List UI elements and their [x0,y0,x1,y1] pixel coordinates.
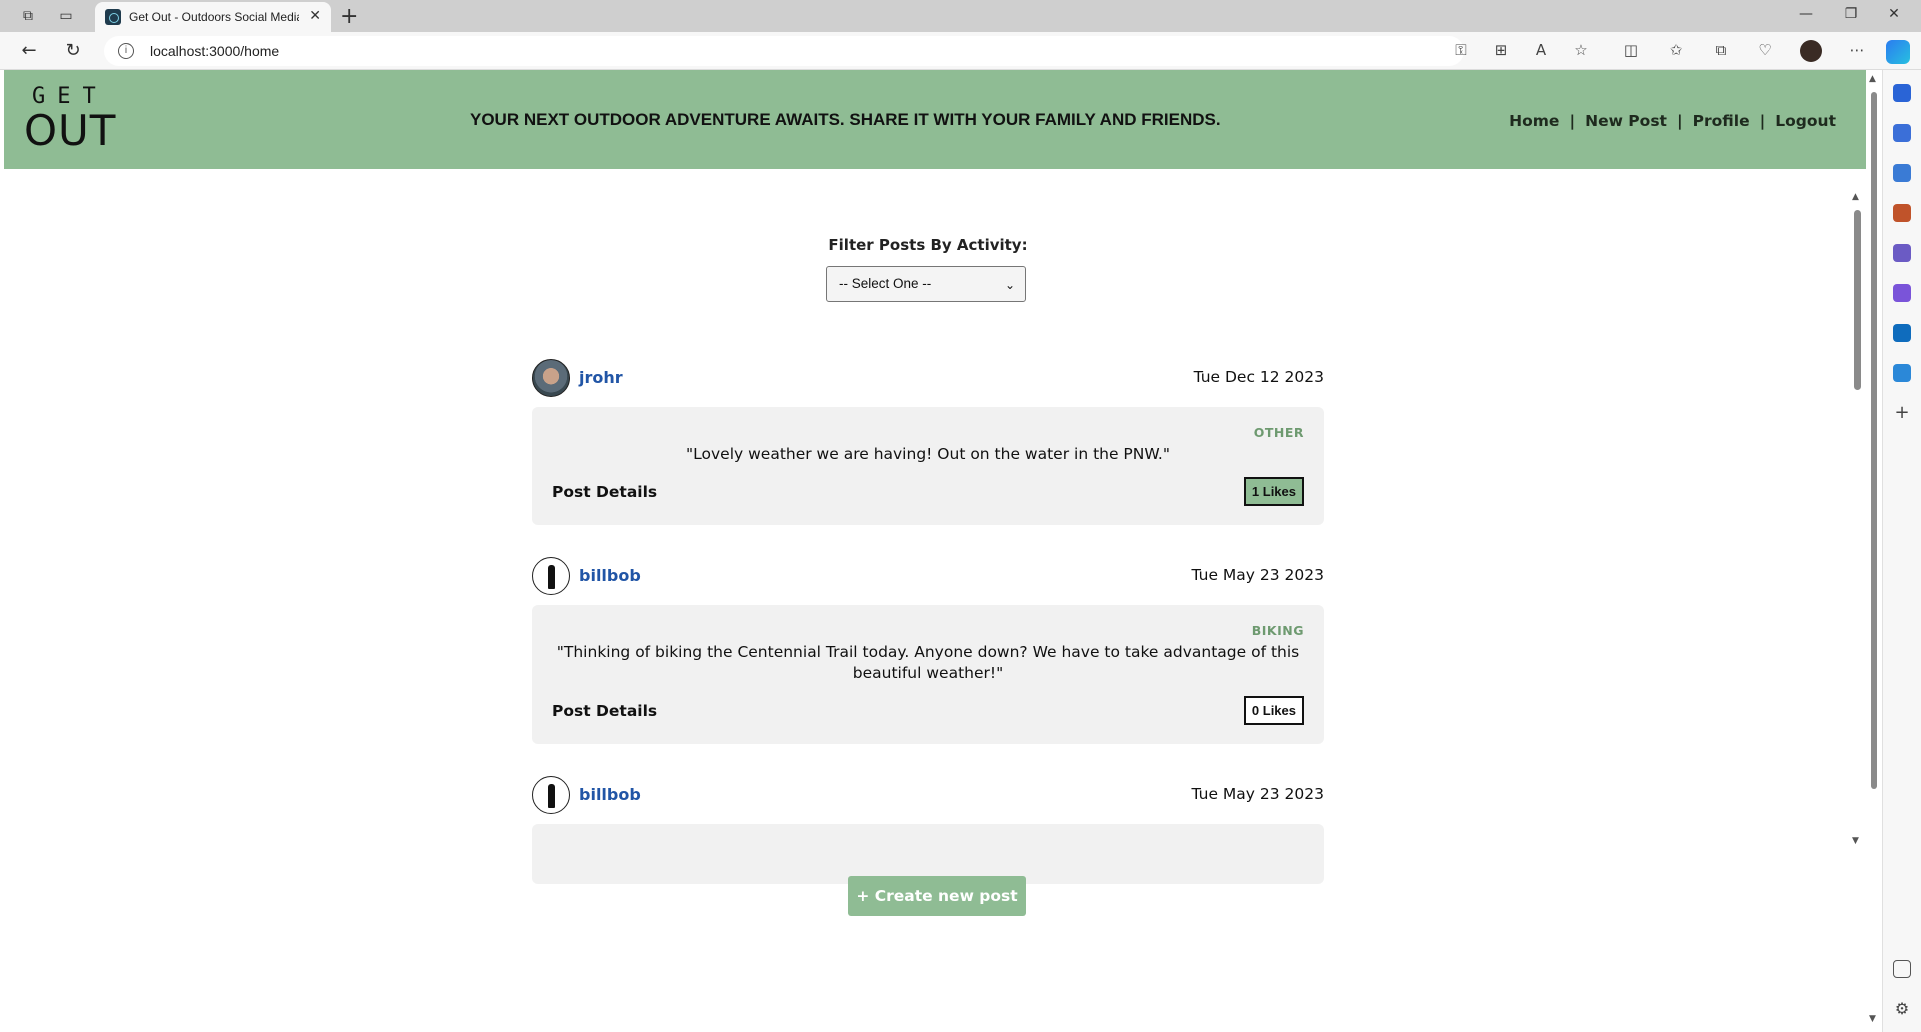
notifications-icon[interactable] [1893,84,1911,102]
browser-tab-title: Get Out - Outdoors Social Media [129,10,299,24]
nav-profile-link[interactable]: Profile [1693,112,1750,130]
nav-home-link[interactable]: Home [1509,112,1559,130]
chevron-down-icon: ⌄ [1004,278,1015,292]
collections-icon[interactable]: ⧉ [1710,41,1732,59]
post-username[interactable]: billbob [579,785,641,804]
page-scroll-down-icon[interactable]: ▼ [1869,1014,1876,1024]
post-date: Tue Dec 12 2023 [1193,368,1324,386]
settings-gear-icon[interactable]: ⚙ [1893,1000,1911,1018]
post-card: BIKING "Thinking of biking the Centennia… [532,605,1324,744]
post-header: billbob Tue May 23 2023 [532,774,1324,816]
send-icon[interactable] [1893,364,1911,382]
filter-label: Filter Posts By Activity: [828,236,1028,254]
post-username[interactable]: billbob [579,566,641,585]
tagline: YOUR NEXT OUTDOOR ADVENTURE AWAITS. SHAR… [470,110,1221,129]
games-icon[interactable] [1893,244,1911,262]
user-avatar[interactable] [532,359,570,397]
post: billbob Tue May 23 2023 [532,774,1324,884]
profile-avatar-icon[interactable] [1800,40,1822,62]
nav-separator: | [1759,112,1766,130]
post-feed[interactable]: jrohr Tue Dec 12 2023 OTHER "Lovely weat… [532,357,1324,927]
post-text: "Thinking of biking the Centennial Trail… [556,643,1300,682]
app-header: GET OUT YOUR NEXT OUTDOOR ADVENTURE AWAI… [4,70,1866,169]
post-activity: BIKING [1251,623,1304,638]
scroll-down-icon[interactable]: ▼ [1852,836,1859,846]
react-favicon-icon [105,9,121,25]
refresh-icon[interactable]: ↻ [62,40,84,61]
workspaces-icon[interactable]: ⧉ [18,6,38,26]
user-avatar[interactable] [532,557,570,595]
browser-tab[interactable]: Get Out - Outdoors Social Media ✕ [95,2,331,32]
close-window-icon[interactable]: ✕ [1884,6,1904,22]
likes-button[interactable]: 1 Likes [1243,477,1304,506]
post-footer: Post Details 0 Likes [552,696,1304,726]
read-aloud-icon[interactable]: A [1530,41,1552,59]
get-out-logo[interactable]: GET OUT [24,84,117,155]
activity-filter-select[interactable]: -- Select One -- ⌄ [826,266,1026,302]
post-details-link[interactable]: Post Details [552,702,657,720]
post: jrohr Tue Dec 12 2023 OTHER "Lovely weat… [532,357,1324,525]
shopping-icon[interactable] [1893,164,1911,182]
feed-scrollbar[interactable]: ▲ ▼ [1850,190,1864,850]
site-info-icon[interactable]: i [118,43,134,59]
filter-selected-value: -- Select One -- [839,276,932,291]
address-bar[interactable]: i localhost:3000/home [104,36,1464,66]
post-date: Tue May 23 2023 [1191,785,1324,803]
likes-button[interactable]: 0 Likes [1243,696,1304,725]
post-details-link[interactable]: Post Details [552,483,657,501]
top-navigation: Home | New Post | Profile | Logout [1509,112,1836,130]
nav-new-post-link[interactable]: New Post [1585,112,1667,130]
user-avatar[interactable] [532,776,570,814]
feed-scrollbar-thumb[interactable] [1854,210,1861,390]
browser-sidebar: + ⚙ [1882,70,1921,1032]
post-activity: OTHER [1253,425,1304,440]
page-viewport: GET OUT YOUR NEXT OUTDOOR ADVENTURE AWAI… [4,70,1866,1030]
app-available-icon[interactable]: ⊞ [1490,41,1512,59]
microsoft365-icon[interactable] [1893,284,1911,302]
browser-tab-bar: ⧉ ▭ Get Out - Outdoors Social Media ✕ + … [0,0,1921,32]
back-icon[interactable]: ← [18,40,40,61]
post-text: "Lovely weather we are having! Out on th… [686,445,1170,463]
scroll-up-icon[interactable]: ▲ [1852,192,1859,202]
post-card: OTHER "Lovely weather we are having! Out… [532,407,1324,525]
nav-logout-link[interactable]: Logout [1775,112,1836,130]
logo-text-bottom: OUT [24,106,117,155]
tools-icon[interactable] [1893,204,1911,222]
browser-toolbar: ← ↻ i localhost:3000/home ⚿ ⊞ A ☆ ◫ ✩ ⧉ … [0,32,1921,70]
copilot-icon[interactable] [1886,40,1910,64]
post-card [532,824,1324,884]
close-tab-icon[interactable]: ✕ [309,8,321,24]
post: billbob Tue May 23 2023 BIKING "Thinking… [532,555,1324,744]
post-header: jrohr Tue Dec 12 2023 [532,357,1324,399]
search-icon[interactable] [1893,124,1911,142]
minimize-icon[interactable]: — [1796,6,1816,22]
create-new-post-button[interactable]: + Create new post [848,876,1026,916]
outlook-icon[interactable] [1893,324,1911,342]
favorites-icon[interactable]: ✩ [1665,41,1687,59]
post-header: billbob Tue May 23 2023 [532,555,1324,597]
post-date: Tue May 23 2023 [1191,566,1324,584]
nav-separator: | [1676,112,1683,130]
sidebar-toggle-icon[interactable] [1893,960,1911,978]
favorite-star-icon[interactable]: ☆ [1570,41,1592,59]
restore-icon[interactable]: ❐ [1841,6,1861,22]
nav-separator: | [1569,112,1576,130]
more-options-icon[interactable]: ⋯ [1846,41,1868,59]
page-scrollbar[interactable]: ▲ ▼ [1866,70,1882,1030]
add-icon[interactable]: + [1893,404,1911,422]
page-scroll-up-icon[interactable]: ▲ [1869,74,1876,84]
tab-actions-icon[interactable]: ▭ [56,6,76,26]
performance-icon[interactable]: ♡ [1754,41,1776,59]
post-username[interactable]: jrohr [579,368,623,387]
post-footer: Post Details 1 Likes [552,477,1304,507]
split-screen-icon[interactable]: ◫ [1620,41,1642,59]
key-icon[interactable]: ⚿ [1450,41,1472,59]
page-scrollbar-thumb[interactable] [1871,92,1877,789]
address-url: localhost:3000/home [150,43,280,59]
new-tab-button[interactable]: + [340,4,358,29]
